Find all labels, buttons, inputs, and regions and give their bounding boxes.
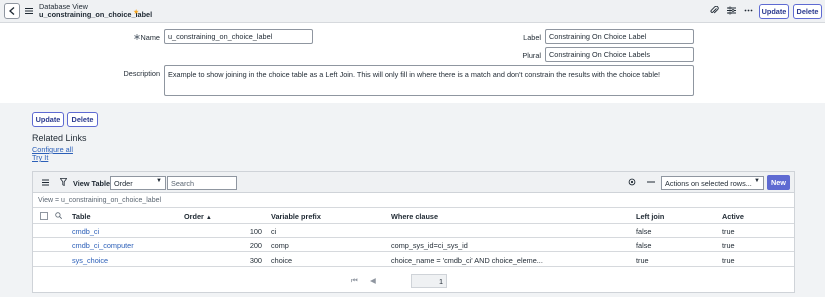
description-label: Description (123, 69, 161, 78)
search-field-select[interactable]: Order ▼ (110, 176, 166, 190)
related-links-title: Related Links (32, 133, 87, 143)
caret-down-icon: ▼ (754, 178, 760, 184)
divider (33, 207, 794, 208)
search-icon[interactable] (55, 212, 62, 219)
column-header-left-join[interactable]: Left join (636, 212, 664, 221)
select-all-checkbox[interactable] (40, 212, 48, 220)
divider (33, 237, 794, 238)
divider (33, 251, 794, 252)
plural-label: Plural (522, 51, 541, 60)
update-button[interactable]: Update (32, 112, 64, 127)
search-field-select-value: Order (114, 179, 133, 188)
list-breadcrumb[interactable]: View = u_constraining_on_choice_label (38, 197, 161, 204)
view-tables-list: View Tables Order ▼ Search Actions on se… (32, 171, 795, 293)
gear-icon[interactable] (628, 178, 636, 186)
row-where-clause: choice_name = 'cmdb_ci' AND choice_eleme… (391, 256, 543, 265)
description-field[interactable]: Example to show joining in the choice ta… (164, 65, 694, 96)
plural-field[interactable]: Constraining On Choice Labels (545, 47, 694, 62)
sort-ascending-icon: ▲ (205, 215, 212, 221)
row-table-link[interactable]: cmdb_ci (72, 227, 99, 236)
row-left-join: true (636, 256, 649, 265)
back-button[interactable] (4, 3, 20, 19)
delete-button[interactable]: Delete (67, 112, 98, 127)
row-order: 200 (249, 241, 262, 250)
star-icon[interactable]: ★ (133, 8, 139, 16)
row-order: 300 (249, 256, 262, 265)
divider (33, 223, 794, 224)
row-table-link[interactable]: sys_choice (72, 256, 108, 265)
header-delete-button[interactable]: Delete (793, 4, 822, 19)
label-field[interactable]: Constraining On Choice Label (545, 29, 694, 44)
column-header-variable-prefix[interactable]: Variable prefix (271, 212, 321, 221)
column-header-order[interactable]: Order ▲ (184, 212, 212, 221)
chevron-left-icon (9, 7, 15, 15)
row-prefix: choice (271, 256, 293, 265)
column-header-where-clause[interactable]: Where clause (391, 212, 438, 221)
actions-select-value: Actions on selected rows... (665, 179, 752, 188)
page-number-input[interactable]: 1 (411, 274, 447, 288)
form-header: Database View u_constraining_on_choice_l… (0, 0, 825, 23)
row-left-join: false (636, 241, 652, 250)
row-order: 100 (249, 227, 262, 236)
list-title: View Tables (73, 179, 115, 188)
settings-sliders-icon[interactable] (727, 6, 736, 15)
new-button[interactable]: New (767, 175, 790, 190)
hamburger-menu-icon[interactable] (25, 7, 33, 15)
more-options-icon[interactable] (744, 6, 753, 15)
row-left-join: false (636, 227, 652, 236)
caret-down-icon: ▼ (156, 178, 162, 184)
row-active: true (722, 241, 735, 250)
collapse-icon[interactable] (647, 181, 655, 183)
attachment-icon[interactable] (710, 6, 719, 15)
row-where-clause: comp_sys_id=ci_sys_id (391, 241, 468, 250)
list-search-input[interactable]: Search (167, 176, 237, 190)
row-active: true (722, 227, 735, 236)
filter-icon[interactable] (60, 178, 67, 186)
try-it-link[interactable]: Try It (32, 153, 48, 162)
list-toolbar: View Tables Order ▼ Search Actions on se… (33, 172, 794, 193)
row-active: true (722, 256, 735, 265)
name-label: Name (140, 33, 160, 42)
divider (33, 266, 794, 267)
row-prefix: ci (271, 227, 277, 236)
header-update-button[interactable]: Update (759, 4, 789, 19)
previous-page-icon[interactable]: ◀ (370, 276, 376, 285)
column-header-order-label: Order (184, 212, 204, 221)
first-page-icon[interactable]: ⏮ (351, 276, 358, 286)
row-prefix: comp (271, 241, 289, 250)
name-field[interactable]: u_constraining_on_choice_label (164, 29, 313, 44)
column-header-active[interactable]: Active (722, 212, 744, 221)
row-table-link[interactable]: cmdb_ci_computer (72, 241, 134, 250)
column-header-table[interactable]: Table (72, 212, 91, 221)
list-menu-icon[interactable] (42, 179, 49, 186)
actions-select[interactable]: Actions on selected rows... ▼ (661, 176, 764, 190)
label-label: Label (523, 33, 541, 42)
